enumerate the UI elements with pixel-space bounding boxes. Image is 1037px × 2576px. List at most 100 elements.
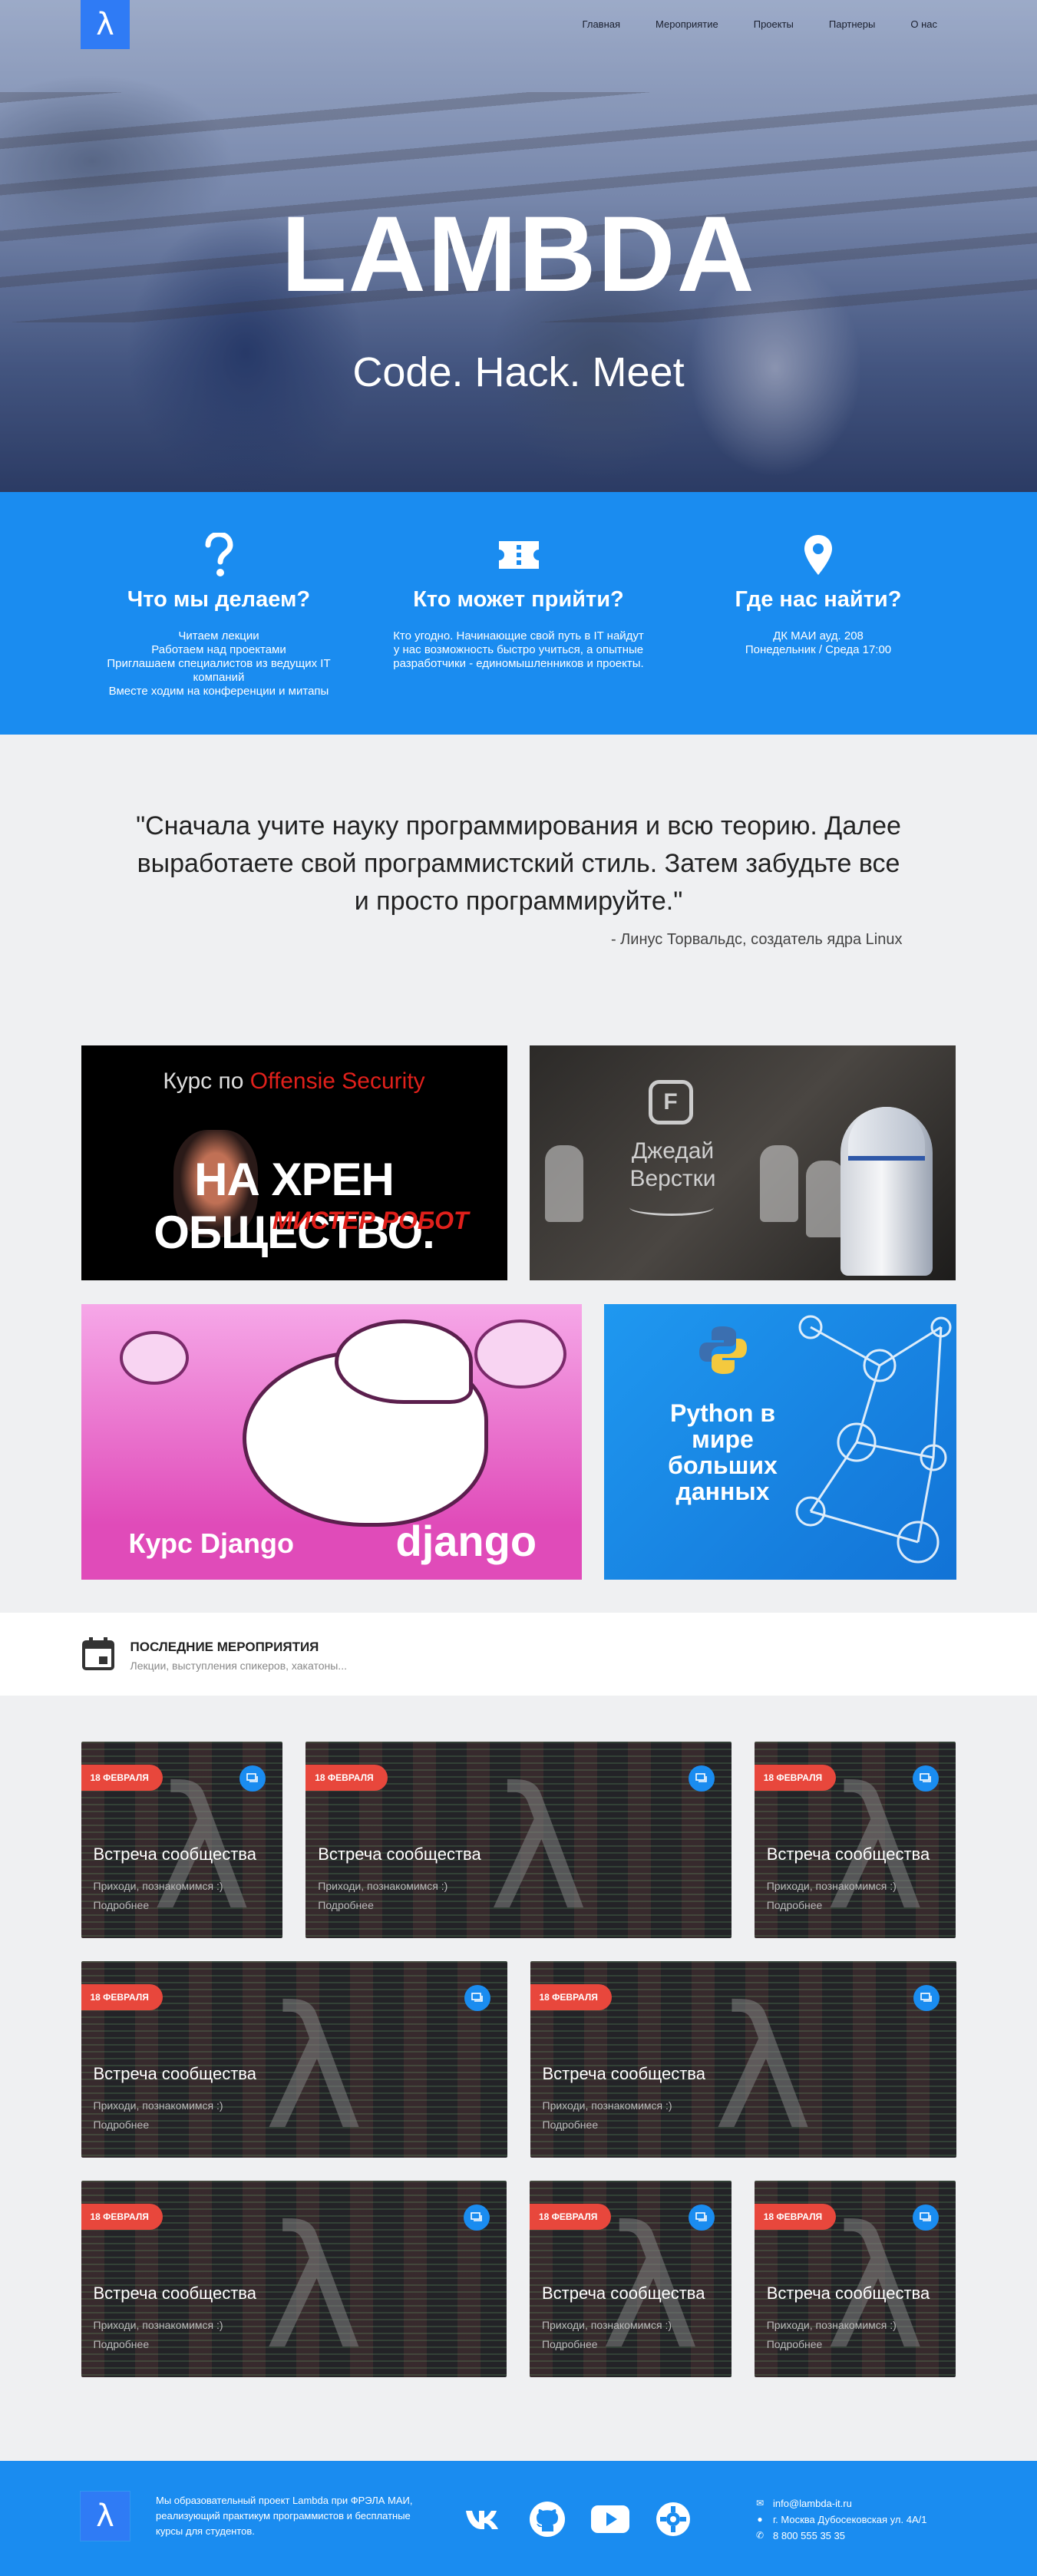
footer-about-text: Мы образовательный проект Lambda при ФРЭ… bbox=[156, 2495, 413, 2537]
info-who-title: Кто может прийти? bbox=[413, 587, 624, 612]
info-where-text: ДК МАИ ауд. 208 Понедельник / Среда 17:0… bbox=[745, 629, 892, 656]
event-description: Приходи, познакомимся :) bbox=[93, 1880, 223, 1892]
footer-contacts: ✉ info@lambda-it.ru ● г. Москва Дубосековс… bbox=[755, 2495, 927, 2544]
course-title: Курс Django bbox=[128, 1527, 295, 1559]
nav-partners[interactable]: Партнеры bbox=[829, 18, 875, 30]
event-title: Встреча сообщества bbox=[318, 1844, 481, 1864]
event-card[interactable]: λ 18 ФЕВРАЛЯ Встреча сообщества Приходи,… bbox=[754, 2181, 956, 2377]
info-where-title: Где нас найти? bbox=[735, 587, 902, 612]
event-description: Приходи, познакомимся :) bbox=[318, 1880, 448, 1892]
info-what-text: Читаем лекции Работаем над проектами При… bbox=[107, 629, 331, 698]
event-card[interactable]: λ 18 ФЕВРАЛЯ Встреча сообщества Приходи,… bbox=[754, 1742, 956, 1938]
event-title: Встреча сообщества bbox=[766, 1844, 930, 1864]
course-card-python-bigdata[interactable]: Python в мире больших данных bbox=[603, 1304, 956, 1580]
question-icon bbox=[92, 530, 345, 580]
phone-icon: ✆ bbox=[755, 2530, 765, 2541]
footer-logo[interactable]: λ bbox=[81, 2492, 130, 2541]
info-who-text: Кто угодно. Начинающие свой путь в IT на… bbox=[393, 629, 644, 670]
event-card[interactable]: λ 18 ФЕВРАЛЯ Встреча сообщества Приходи,… bbox=[530, 1961, 956, 2158]
event-more-link[interactable]: Подробнее bbox=[767, 1899, 823, 1911]
cloud-icon bbox=[474, 1319, 566, 1389]
event-title: Встреча сообщества bbox=[541, 2284, 705, 2303]
event-title: Встреча сообщества bbox=[93, 1844, 256, 1864]
cloud-icon bbox=[119, 1331, 189, 1385]
pegasus-wing bbox=[334, 1319, 473, 1404]
r2d2-image bbox=[840, 1107, 933, 1276]
event-description: Приходи, познакомимся :) bbox=[542, 2099, 672, 2112]
course-card-offensive-security[interactable]: Курс по Offensie Security НА ХРЕН ОБЩЕСТ… bbox=[81, 1045, 507, 1280]
hero-subtitle: Code. Hack. Meet bbox=[352, 349, 685, 395]
gear-icon[interactable] bbox=[653, 2501, 693, 2538]
event-more-link[interactable]: Подробнее bbox=[318, 1899, 374, 1911]
quote-section: "Сначала учите науку программирования и … bbox=[0, 735, 1037, 1045]
course-title: Курс по Offensie Security bbox=[163, 1068, 425, 1094]
event-description: Приходи, познакомимся :) bbox=[766, 1880, 897, 1892]
chat-icon[interactable] bbox=[913, 1985, 940, 2011]
event-date-badge: 18 ФЕВРАЛЯ bbox=[529, 2204, 612, 2230]
event-title: Встреча сообщества bbox=[93, 2284, 256, 2303]
social-links bbox=[464, 2501, 693, 2538]
chat-icon[interactable] bbox=[239, 1765, 266, 1792]
event-more-link[interactable]: Подробнее bbox=[94, 2338, 150, 2350]
events-subtitle: Лекции, выступления спикеров, хакатоны..… bbox=[130, 1660, 347, 1672]
event-date-badge: 18 ФЕВРАЛЯ bbox=[305, 1765, 388, 1791]
mail-icon: ✉ bbox=[755, 2498, 765, 2508]
events-header: ПОСЛЕДНИЕ МЕРОПРИЯТИЯ Лекции, выступлени… bbox=[0, 1613, 1037, 1696]
event-date-badge: 18 ФЕВРАЛЯ bbox=[754, 1765, 837, 1791]
event-card[interactable]: λ 18 ФЕВРАЛЯ Встреча сообщества Приходи,… bbox=[81, 1742, 283, 1938]
event-more-link[interactable]: Подробнее bbox=[94, 1899, 150, 1911]
event-description: Приходи, познакомимся :) bbox=[93, 2319, 223, 2331]
ticket-icon bbox=[392, 530, 646, 580]
chat-icon[interactable] bbox=[913, 2204, 940, 2231]
footer-phone[interactable]: 8 800 555 35 35 bbox=[773, 2528, 845, 2544]
event-date-badge: 18 ФЕВРАЛЯ bbox=[81, 1765, 163, 1791]
nav-home[interactable]: Главная bbox=[583, 18, 620, 30]
nav-about[interactable]: О нас bbox=[910, 18, 937, 30]
course-slogan: НА ХРЕН ОБЩЕСТВО. bbox=[154, 1154, 435, 1258]
chat-icon[interactable] bbox=[463, 2204, 490, 2231]
main-nav: Главная Мероприятие Проекты Партнеры О н… bbox=[583, 18, 937, 30]
event-date-badge: 18 ФЕВРАЛЯ bbox=[81, 2204, 163, 2230]
course-card-jedi-layout[interactable]: F Джедай Верстки bbox=[529, 1045, 956, 1280]
event-card[interactable]: λ 18 ФЕВРАЛЯ Встреча сообщества Приходи,… bbox=[81, 1961, 507, 2158]
map-pin-icon: ● bbox=[757, 2514, 763, 2525]
event-more-link[interactable]: Подробнее bbox=[767, 2338, 823, 2350]
footer-email[interactable]: info@lambda-it.ru bbox=[773, 2495, 852, 2512]
python-logo-icon bbox=[698, 1326, 747, 1374]
chat-icon[interactable] bbox=[913, 1765, 940, 1792]
events-title: ПОСЛЕДНИЕ МЕРОПРИЯТИЯ bbox=[130, 1640, 319, 1654]
info-what: Что мы делаем? Читаем лекции Работаем на… bbox=[92, 530, 345, 735]
event-more-link[interactable]: Подробнее bbox=[94, 2119, 150, 2131]
quote-author: - Линус Торвальдс, создатель ядра Linux bbox=[610, 931, 903, 948]
github-icon[interactable] bbox=[527, 2501, 567, 2538]
chat-icon[interactable] bbox=[688, 1765, 715, 1792]
shield-icon: F bbox=[648, 1080, 693, 1125]
django-logo: django bbox=[395, 1517, 537, 1565]
nav-projects[interactable]: Проекты bbox=[754, 18, 794, 30]
footer-address: г. Москва Дубосековская ул. 4А/1 bbox=[773, 2514, 927, 2525]
logo[interactable]: λ bbox=[81, 0, 130, 49]
course-card-django[interactable]: Курс Django django bbox=[81, 1304, 582, 1580]
course-tag: МИСТЕР РОБОТ bbox=[272, 1207, 469, 1234]
event-card[interactable]: λ 18 ФЕВРАЛЯ Встреча сообщества Приходи,… bbox=[529, 2181, 732, 2377]
chat-icon[interactable] bbox=[464, 1985, 490, 2011]
youtube-icon[interactable] bbox=[590, 2501, 630, 2538]
event-card[interactable]: λ 18 ФЕВРАЛЯ Встреча сообщества Приходи,… bbox=[81, 2181, 507, 2377]
course-title: Python в мире больших данных bbox=[668, 1399, 778, 1505]
chat-icon[interactable] bbox=[688, 2204, 715, 2231]
event-description: Приходи, познакомимся :) bbox=[766, 2319, 897, 2331]
event-more-link[interactable]: Подробнее bbox=[543, 2119, 599, 2131]
quote-text: "Сначала учите науку программирования и … bbox=[136, 811, 901, 916]
event-title: Встреча сообщества bbox=[766, 2284, 930, 2303]
vk-icon[interactable] bbox=[464, 2501, 504, 2538]
event-date-badge: 18 ФЕВРАЛЯ bbox=[754, 2204, 837, 2230]
event-card[interactable]: λ 18 ФЕВРАЛЯ Встреча сообщества Приходи,… bbox=[305, 1742, 732, 1938]
swirl-ornament bbox=[629, 1199, 714, 1216]
info-band: Что мы делаем? Читаем лекции Работаем на… bbox=[0, 492, 1037, 735]
nav-events[interactable]: Мероприятие bbox=[656, 18, 718, 30]
event-description: Приходи, познакомимся :) bbox=[541, 2319, 672, 2331]
event-more-link[interactable]: Подробнее bbox=[542, 2338, 598, 2350]
hero: λ Главная Мероприятие Проекты Партнеры О… bbox=[0, 0, 1037, 492]
event-title: Встреча сообщества bbox=[542, 2064, 705, 2083]
courses: Курс по Offensie Security НА ХРЕН ОБЩЕСТ… bbox=[81, 1045, 956, 1580]
